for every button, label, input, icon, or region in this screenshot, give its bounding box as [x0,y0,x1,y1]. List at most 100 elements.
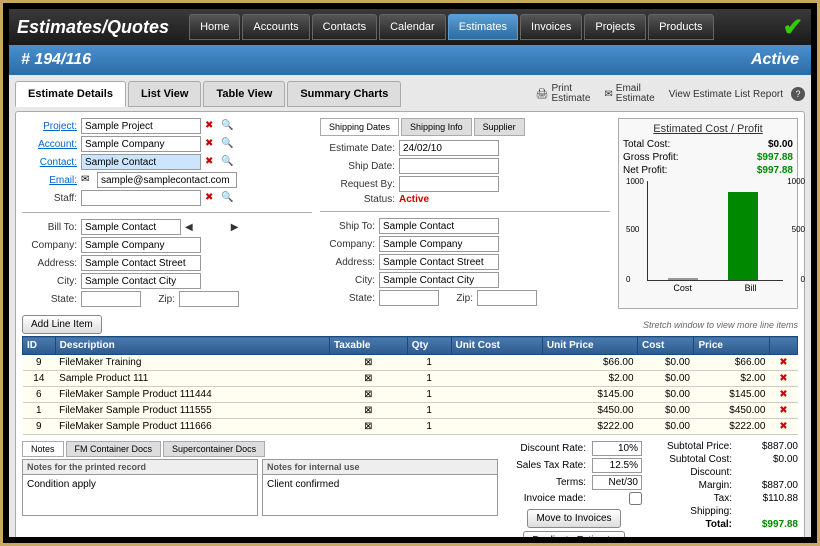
search-icon[interactable]: 🔍 [221,192,233,204]
col-id[interactable]: ID [23,337,56,355]
email-icon[interactable]: ✉ [81,174,93,186]
search-icon[interactable]: 🔍 [221,138,233,150]
terms-input[interactable] [592,475,642,490]
chevron-right-icon[interactable]: ▶ [231,222,239,233]
billto-input[interactable] [81,219,181,235]
internal-notes-content[interactable]: Client confirmed [263,475,497,515]
delete-row-icon[interactable]: ✖ [779,421,787,432]
table-row[interactable]: 1FileMaker Sample Product 111555⊠1$450.0… [23,403,798,419]
cost-bill-chart: 1000 500 0 1000 500 0 [647,181,783,281]
tab-notes[interactable]: Notes [22,441,64,457]
project-input[interactable] [81,118,201,134]
printed-notes-content[interactable]: Condition apply [23,475,257,515]
delete-row-icon[interactable]: ✖ [779,357,787,368]
reqby-input[interactable] [399,176,499,192]
address-input[interactable] [81,255,201,271]
table-row[interactable]: 6FileMaker Sample Product 111444⊠1$145.0… [23,387,798,403]
estdate-label: Estimate Date: [320,143,395,154]
account-label[interactable]: Account: [22,139,77,150]
search-icon[interactable]: 🔍 [221,120,233,132]
nav-tab-projects[interactable]: Projects [584,14,646,40]
nav-tab-contacts[interactable]: Contacts [312,14,377,40]
ship-city-label: City: [320,275,375,286]
col-price[interactable]: Price [694,337,769,355]
city-input[interactable] [81,273,201,289]
contact-label[interactable]: Contact: [22,157,77,168]
total-cost-label: Total Cost: [623,139,670,150]
delete-row-icon[interactable]: ✖ [779,373,787,384]
clear-icon[interactable]: ✖ [205,138,217,150]
col-unit-cost[interactable]: Unit Cost [451,337,542,355]
table-row[interactable]: 14Sample Product 111⊠1$2.00$0.00$2.00✖ [23,371,798,387]
help-icon[interactable]: ? [791,87,805,101]
bar-bill [728,192,758,280]
tab-fm-docs[interactable]: FM Container Docs [66,441,162,457]
email-input[interactable] [97,172,237,188]
col-taxable[interactable]: Taxable [329,337,407,355]
shipping-label: Shipping: [652,506,732,517]
tab-summary-charts[interactable]: Summary Charts [287,81,401,107]
shipto-input[interactable] [379,218,499,234]
contact-input[interactable] [81,154,201,170]
ship-zip-input[interactable] [477,290,537,306]
ship-company-label: Company: [320,239,375,250]
clear-icon[interactable]: ✖ [205,192,217,204]
delete-row-icon[interactable]: ✖ [779,389,787,400]
app-title: Estimates/Quotes [17,17,169,38]
tab-super-docs[interactable]: Supercontainer Docs [163,441,265,457]
ship-city-input[interactable] [379,272,499,288]
view-list-report-link[interactable]: View Estimate List Report [663,89,789,100]
nav-tab-accounts[interactable]: Accounts [242,14,309,40]
duplicate-estimate-button[interactable]: Duplicate Estimate [523,531,624,537]
tab-list-view[interactable]: List View [128,81,201,107]
invoice-made-checkbox[interactable] [629,492,642,505]
ship-company-input[interactable] [379,236,499,252]
company-input[interactable] [81,237,201,253]
move-to-invoices-button[interactable]: Move to Invoices [527,509,620,528]
tax-rate-label: Sales Tax Rate: [506,460,586,471]
cost-title: Estimated Cost / Profit [623,123,793,135]
search-icon[interactable]: 🔍 [221,156,233,168]
tab-estimate-details[interactable]: Estimate Details [15,81,126,107]
delete-row-icon[interactable]: ✖ [779,405,787,416]
email-label[interactable]: Email: [22,175,77,186]
gross-profit-value: $997.88 [757,152,793,163]
ship-state-input[interactable] [379,290,439,306]
confirm-icon[interactable]: ✔ [783,13,803,42]
add-line-item-button[interactable]: Add Line Item [22,315,102,334]
state-input[interactable] [81,291,141,307]
tab-shipping-info[interactable]: Shipping Info [401,118,472,136]
terms-label: Terms: [506,477,586,488]
nav-tab-invoices[interactable]: Invoices [520,14,582,40]
ship-state-label: State: [320,293,375,304]
shipdate-input[interactable] [399,158,499,174]
email-estimate-link[interactable]: ✉Email Estimate [598,84,660,104]
table-row[interactable]: 9FileMaker Sample Product 111666⊠1$222.0… [23,419,798,435]
table-row[interactable]: 9FileMaker Training⊠1$66.00$0.00$66.00✖ [23,355,798,371]
zip-input[interactable] [179,291,239,307]
col-description[interactable]: Description [55,337,329,355]
clear-icon[interactable]: ✖ [205,120,217,132]
account-input[interactable] [81,136,201,152]
staff-input[interactable] [81,190,201,206]
tax-rate-input[interactable] [592,458,642,473]
chevron-left-icon[interactable]: ◀ [185,222,193,233]
print-estimate-link[interactable]: 🖨Print Estimate [530,84,597,104]
tab-table-view[interactable]: Table View [203,81,285,107]
nav-tab-products[interactable]: Products [648,14,713,40]
ship-address-input[interactable] [379,254,499,270]
nav-tab-estimates[interactable]: Estimates [448,14,518,40]
col-qty[interactable]: Qty [407,337,451,355]
col-cost[interactable]: Cost [638,337,694,355]
discount-rate-input[interactable] [592,441,642,456]
nav-tab-home[interactable]: Home [189,14,240,40]
nav-tab-calendar[interactable]: Calendar [379,14,446,40]
clear-icon[interactable]: ✖ [205,156,217,168]
shipto-label: Ship To: [320,221,375,232]
tab-supplier[interactable]: Supplier [474,118,525,136]
tab-shipping-dates[interactable]: Shipping Dates [320,118,399,136]
estdate-input[interactable] [399,140,499,156]
project-label[interactable]: Project: [22,121,77,132]
col-unit-price[interactable]: Unit Price [542,337,637,355]
subtotal-cost-label: Subtotal Cost: [652,454,732,465]
